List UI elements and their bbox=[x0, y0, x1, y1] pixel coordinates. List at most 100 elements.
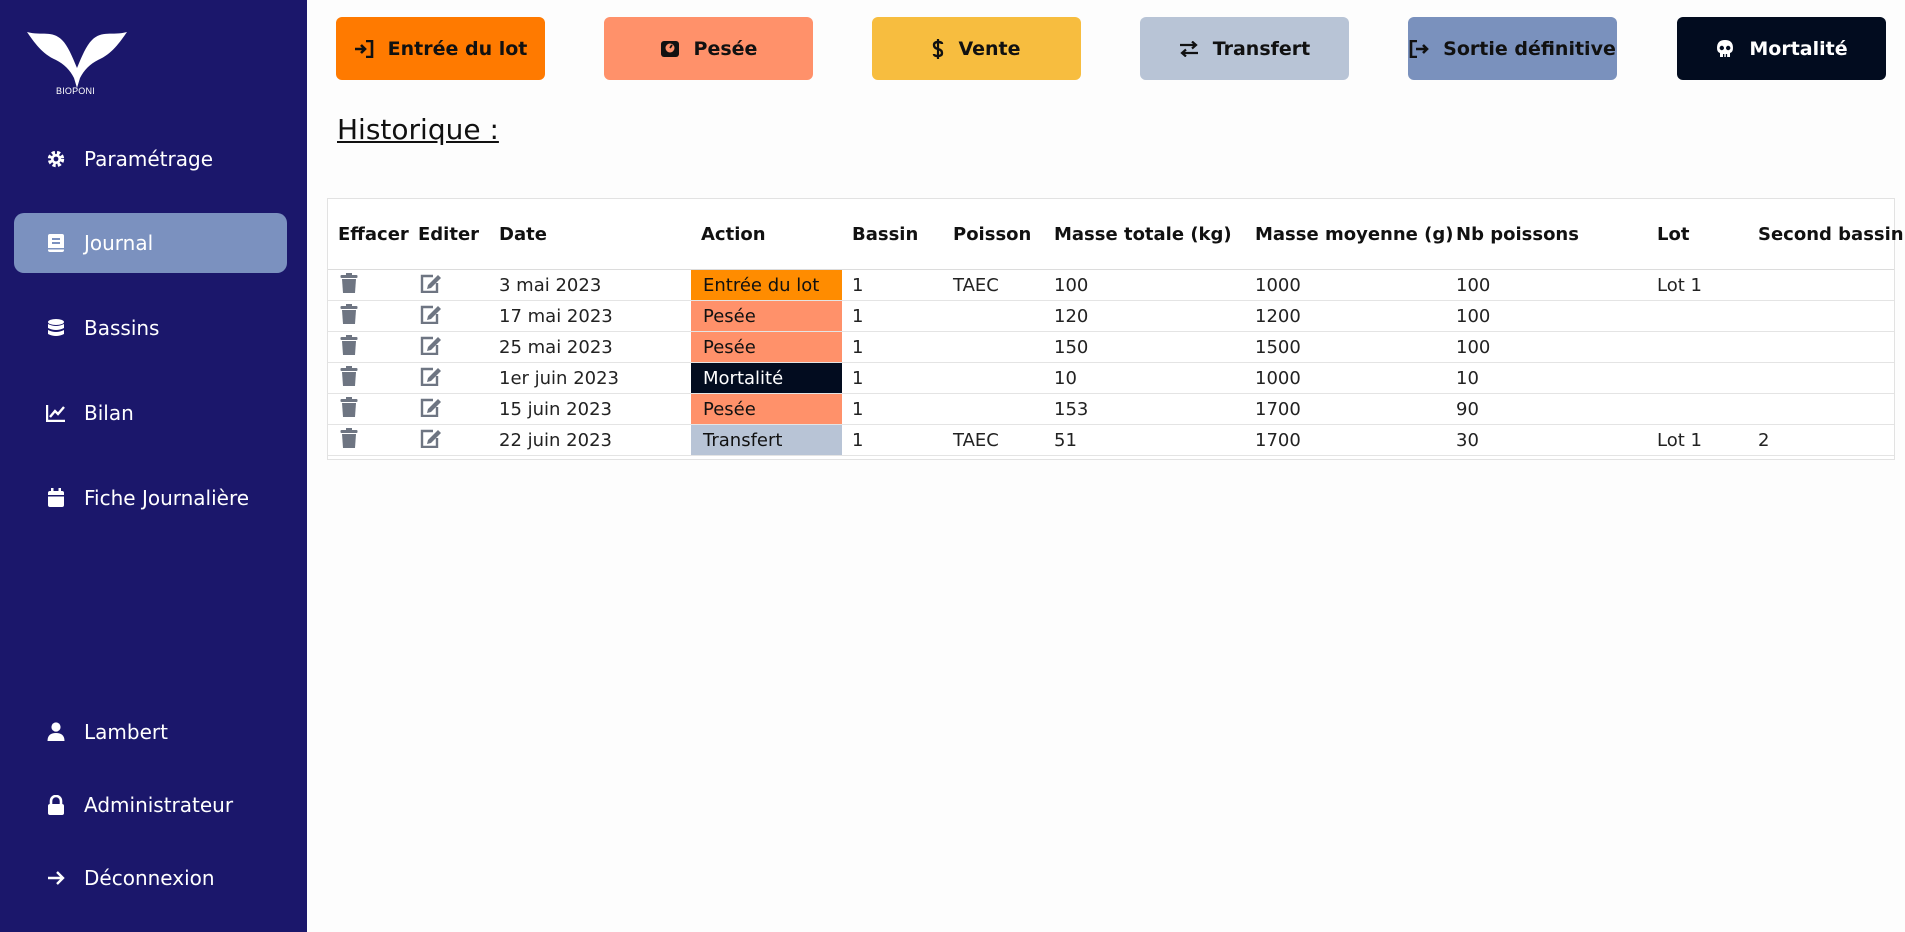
nav-user-lambert[interactable]: Lambert bbox=[14, 702, 287, 762]
edit-cell bbox=[408, 362, 489, 394]
delete-cell bbox=[328, 300, 408, 332]
exchange-icon bbox=[1179, 40, 1199, 57]
second-bassin-cell bbox=[1748, 393, 1894, 425]
column-header: Editer bbox=[408, 199, 489, 270]
button-label: Sortie définitive bbox=[1443, 37, 1616, 60]
date-cell: 15 juin 2023 bbox=[489, 393, 691, 425]
trash-icon[interactable] bbox=[340, 334, 358, 355]
button-label: Pesée bbox=[693, 37, 758, 60]
logo-text: BIOPONI bbox=[56, 86, 95, 96]
nb-poissons-cell: 90 bbox=[1446, 393, 1647, 425]
table-row: 22 juin 2023 Transfert 1 TAEC 51 1700 30… bbox=[328, 424, 1894, 456]
nb-poissons-cell: 100 bbox=[1446, 300, 1647, 332]
second-bassin-cell: 2 bbox=[1748, 424, 1894, 456]
lot-cell: Lot 1 bbox=[1647, 269, 1748, 301]
poisson-cell bbox=[943, 300, 1044, 332]
entree-du-lot-button[interactable]: Entrée du lot bbox=[336, 17, 545, 80]
gear-icon bbox=[46, 149, 66, 169]
bioponi-logo[interactable]: BIOPONI bbox=[22, 26, 132, 100]
table-header-row: Effacer Editer Date Action Bassin Poisso… bbox=[328, 199, 1904, 270]
lot-cell bbox=[1647, 300, 1748, 332]
delete-cell bbox=[328, 424, 408, 456]
edit-icon[interactable] bbox=[420, 397, 442, 417]
action-cell: Mortalité bbox=[691, 362, 842, 394]
nav-parametrage[interactable]: Paramétrage bbox=[14, 129, 287, 189]
edit-cell bbox=[408, 424, 489, 456]
vente-button[interactable]: Vente bbox=[872, 17, 1081, 80]
masse-moyenne-cell: 1500 bbox=[1245, 331, 1446, 363]
nav-label: Bilan bbox=[84, 401, 134, 425]
masse-totale-cell: 51 bbox=[1044, 424, 1245, 456]
bassin-cell: 1 bbox=[842, 424, 943, 456]
masse-moyenne-cell: 1000 bbox=[1245, 362, 1446, 394]
nb-poissons-cell: 30 bbox=[1446, 424, 1647, 456]
sidebar: BIOPONI Paramétrage Journal Bassins Bila… bbox=[0, 0, 307, 932]
table-row: 15 juin 2023 Pesée 1 153 1700 90 bbox=[328, 393, 1894, 425]
edit-icon[interactable] bbox=[420, 366, 442, 386]
table-row: 17 mai 2023 Pesée 1 120 1200 100 bbox=[328, 300, 1894, 332]
edit-cell bbox=[408, 269, 489, 301]
second-bassin-cell bbox=[1748, 331, 1894, 363]
skull-icon bbox=[1715, 39, 1735, 59]
trash-icon[interactable] bbox=[340, 365, 358, 386]
column-header: Poisson bbox=[943, 199, 1044, 270]
edit-icon[interactable] bbox=[420, 273, 442, 293]
button-label: Entrée du lot bbox=[387, 37, 528, 60]
delete-cell bbox=[328, 362, 408, 394]
column-header: Second bassin bbox=[1748, 199, 1904, 270]
nav-label: Paramétrage bbox=[84, 147, 214, 171]
database-icon bbox=[46, 318, 66, 338]
edit-cell bbox=[408, 300, 489, 332]
poisson-cell: TAEC bbox=[943, 424, 1044, 456]
lot-cell bbox=[1647, 331, 1748, 363]
trash-icon[interactable] bbox=[340, 427, 358, 448]
edit-icon[interactable] bbox=[420, 304, 442, 324]
bassin-cell: 1 bbox=[842, 269, 943, 301]
edit-icon[interactable] bbox=[420, 428, 442, 448]
column-header: Action bbox=[691, 199, 842, 270]
book-icon bbox=[46, 233, 66, 253]
table-row: 25 mai 2023 Pesée 1 150 1500 100 bbox=[328, 331, 1894, 363]
mortalite-button[interactable]: Mortalité bbox=[1677, 17, 1886, 80]
trash-icon[interactable] bbox=[340, 303, 358, 324]
button-label: Vente bbox=[958, 37, 1021, 60]
second-bassin-cell bbox=[1748, 300, 1894, 332]
delete-cell bbox=[328, 269, 408, 301]
nav-journal[interactable]: Journal bbox=[14, 213, 287, 273]
chart-line-icon bbox=[46, 403, 66, 423]
bassin-cell: 1 bbox=[842, 300, 943, 332]
page-title: Historique : bbox=[337, 113, 499, 146]
trash-icon[interactable] bbox=[340, 272, 358, 293]
action-cell: Pesée bbox=[691, 300, 842, 332]
nav-bilan[interactable]: Bilan bbox=[14, 383, 287, 443]
edit-cell bbox=[408, 393, 489, 425]
trash-icon[interactable] bbox=[340, 396, 358, 417]
nav-administrateur[interactable]: Administrateur bbox=[14, 775, 287, 835]
transfert-button[interactable]: Transfert bbox=[1140, 17, 1349, 80]
masse-moyenne-cell: 1700 bbox=[1245, 424, 1446, 456]
column-header: Masse moyenne (g) bbox=[1245, 199, 1453, 270]
sortie-definitive-button[interactable]: Sortie définitive bbox=[1408, 17, 1617, 80]
action-cell: Entrée du lot bbox=[691, 269, 842, 301]
pesee-button[interactable]: Pesée bbox=[604, 17, 813, 80]
nav-deconnexion[interactable]: Déconnexion bbox=[14, 848, 287, 908]
nav-bassins[interactable]: Bassins bbox=[14, 298, 287, 358]
action-cell: Pesée bbox=[691, 393, 842, 425]
nav-label: Bassins bbox=[84, 316, 160, 340]
masse-totale-cell: 153 bbox=[1044, 393, 1245, 425]
masse-moyenne-cell: 1700 bbox=[1245, 393, 1446, 425]
edit-icon[interactable] bbox=[420, 335, 442, 355]
masse-totale-cell: 150 bbox=[1044, 331, 1245, 363]
action-cell: Transfert bbox=[691, 424, 842, 456]
date-cell: 1er juin 2023 bbox=[489, 362, 691, 394]
nav-fiche-journaliere[interactable]: Fiche Journalière bbox=[14, 468, 287, 528]
date-cell: 3 mai 2023 bbox=[489, 269, 691, 301]
bassin-cell: 1 bbox=[842, 331, 943, 363]
dollar-icon bbox=[932, 38, 944, 59]
second-bassin-cell bbox=[1748, 362, 1894, 394]
nav-label: Administrateur bbox=[84, 793, 234, 817]
poisson-cell: TAEC bbox=[943, 269, 1044, 301]
lock-icon bbox=[46, 795, 66, 815]
edit-cell bbox=[408, 331, 489, 363]
arrow-right-icon bbox=[46, 868, 66, 888]
